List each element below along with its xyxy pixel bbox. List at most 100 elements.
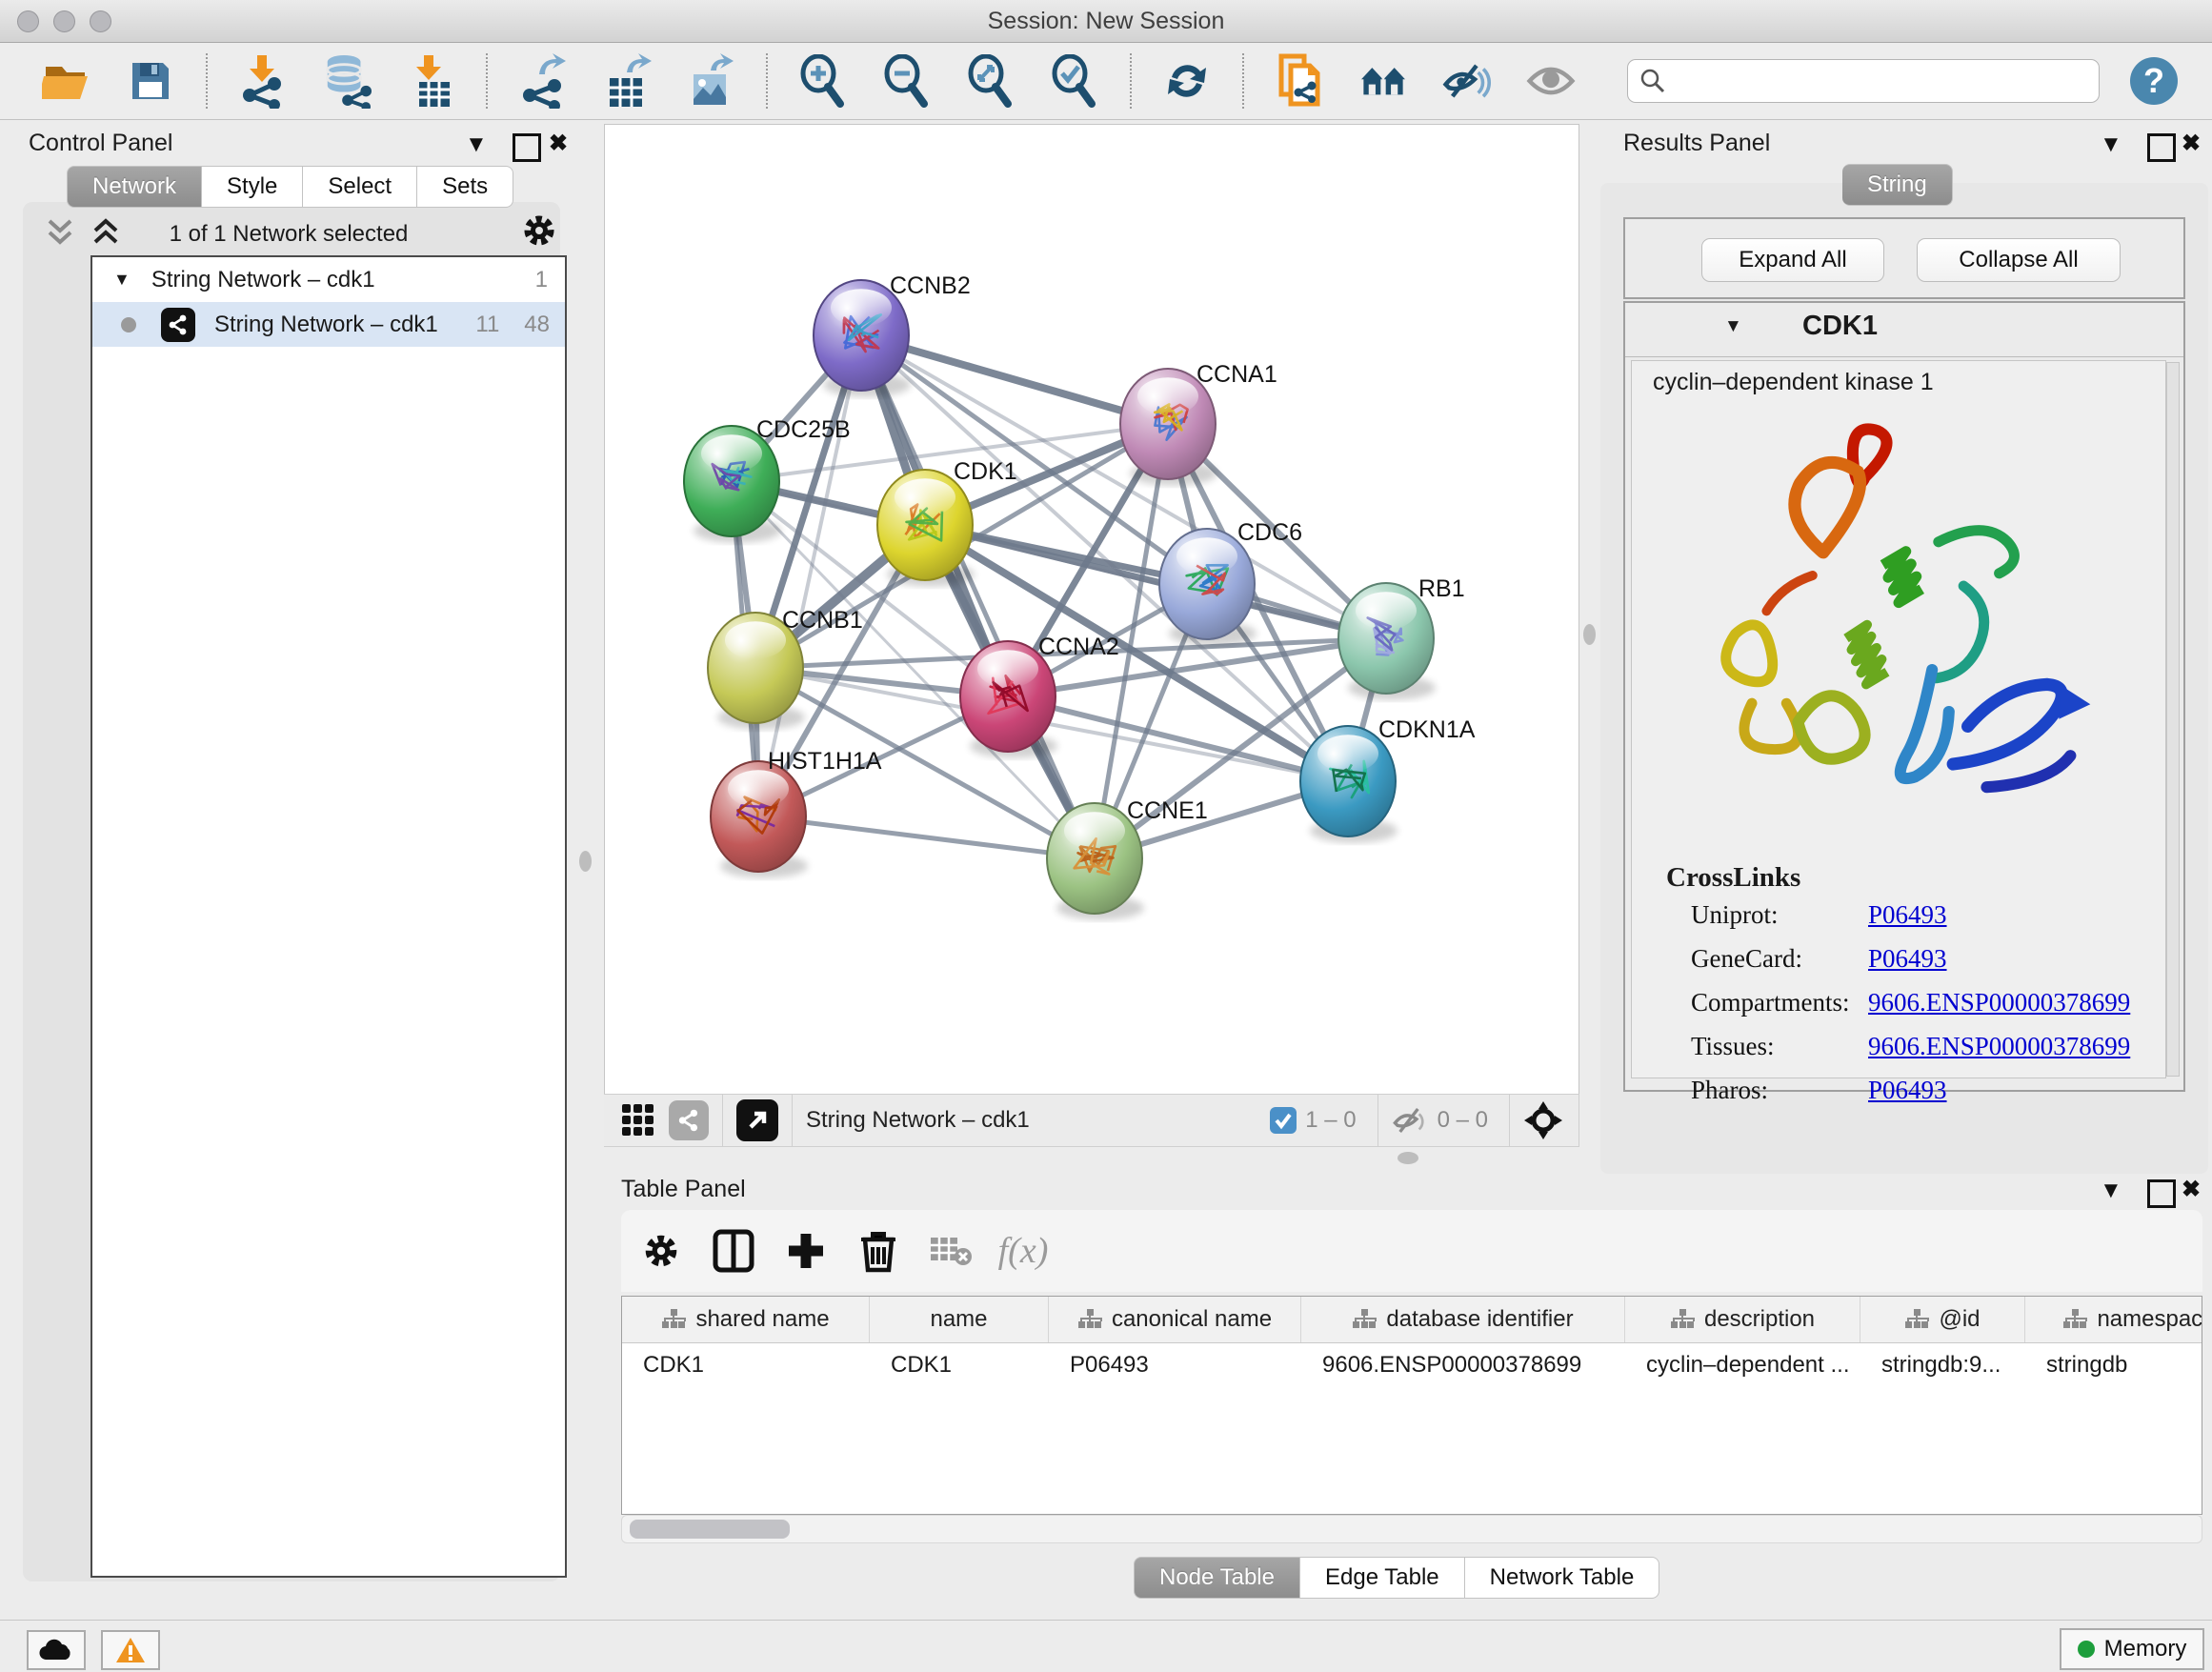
control-panel-float-button[interactable] [513, 133, 541, 162]
network-row-selected[interactable]: String Network – cdk1 11 48 [92, 302, 565, 347]
detach-view-button[interactable] [736, 1099, 778, 1141]
table-cell[interactable]: 9606.ENSP00000378699 [1301, 1343, 1625, 1387]
control-panel-close-button[interactable]: ✖ [549, 130, 568, 157]
network-panel-gear-button[interactable] [520, 212, 558, 250]
save-session-button[interactable] [126, 54, 175, 108]
tab-network[interactable]: Network [67, 166, 202, 208]
column-header-label: canonical name [1112, 1306, 1272, 1333]
tab-network-table[interactable]: Network Table [1465, 1557, 1660, 1599]
export-image-button[interactable] [686, 54, 735, 108]
bottom-splitter-handle[interactable] [1398, 1152, 1418, 1164]
column-header-@id[interactable]: @id [1860, 1297, 2025, 1342]
column-header-label: @id [1939, 1306, 1980, 1333]
import-network-database-button[interactable] [322, 54, 372, 108]
function-builder-button[interactable]: f(x) [996, 1222, 1050, 1279]
tab-string[interactable]: String [1842, 164, 1953, 206]
open-session-button[interactable] [42, 54, 91, 108]
column-header-shared-name[interactable]: shared name [622, 1297, 870, 1342]
warnings-button[interactable] [101, 1630, 160, 1670]
zoom-out-button[interactable] [882, 54, 932, 108]
refresh-view-button[interactable] [1162, 54, 1212, 108]
network-canvas[interactable]: CCNB2CCNA1CDC25BCDK1CDC6RB1CCNB1CCNA2CDK… [604, 124, 1579, 1094]
results-scrollbar[interactable] [2166, 362, 2180, 1077]
expand-all-button[interactable]: Expand All [1701, 238, 1884, 282]
crosslink-link[interactable]: 9606.ENSP00000378699 [1868, 988, 2130, 1017]
birds-eye-view-button[interactable] [621, 1103, 655, 1138]
gene-collapse-icon[interactable]: ▼ [1724, 316, 1742, 337]
node-count: 11 [475, 312, 499, 338]
tab-node-table[interactable]: Node Table [1134, 1557, 1300, 1599]
table-panel-collapse-button[interactable]: ▼ [2100, 1178, 2122, 1204]
collapse-all-button[interactable]: Collapse All [1917, 238, 2121, 282]
network-view-title: String Network – cdk1 [806, 1107, 1030, 1134]
results-panel-close-button[interactable]: ✖ [2182, 130, 2201, 157]
table-panel-close-button[interactable]: ✖ [2182, 1176, 2201, 1203]
network-overview-button[interactable] [669, 1100, 709, 1140]
column-header-namespace[interactable]: namespace [2025, 1297, 2202, 1342]
houses-icon [1358, 58, 1408, 104]
zoom-selected-button[interactable] [1050, 54, 1099, 108]
network-home-button[interactable] [1358, 54, 1408, 108]
column-header-description[interactable]: description [1625, 1297, 1860, 1342]
table-cell[interactable]: P06493 [1049, 1343, 1301, 1387]
column-header-canonical-name[interactable]: canonical name [1049, 1297, 1301, 1342]
gene-header-row[interactable]: ▼ CDK1 [1625, 303, 2183, 357]
search-input[interactable] [1674, 67, 2099, 95]
network-node-HIST1H1A[interactable] [711, 761, 806, 872]
left-splitter-handle[interactable] [579, 851, 592, 872]
table-cell[interactable]: stringdb [2025, 1343, 2202, 1387]
zoom-fit-button[interactable] [966, 54, 1016, 108]
zoom-in-button[interactable] [798, 54, 848, 108]
memory-button[interactable]: Memory [2060, 1628, 2204, 1670]
results-panel-collapse-button[interactable]: ▼ [2100, 131, 2122, 158]
hscrollbar-thumb[interactable] [630, 1520, 790, 1539]
export-network-button[interactable] [518, 54, 568, 108]
results-panel-float-button[interactable] [2147, 133, 2176, 162]
crosslink-label: Compartments: [1691, 988, 1849, 1017]
table-cell[interactable]: stringdb:9... [1860, 1343, 2025, 1387]
crosslink-link[interactable]: P06493 [1868, 900, 1947, 930]
table-row[interactable]: CDK1CDK1P064939606.ENSP00000378699cyclin… [622, 1343, 2202, 1387]
table-gear-button[interactable] [634, 1222, 688, 1279]
tab-sets[interactable]: Sets [417, 166, 513, 208]
select-columns-button[interactable] [707, 1222, 760, 1279]
save-floppy-icon [129, 59, 172, 103]
table-cell[interactable]: CDK1 [870, 1343, 1049, 1387]
delete-table-button[interactable] [924, 1222, 977, 1279]
tree-expander-icon[interactable]: ▼ [113, 270, 131, 290]
crosslink-link[interactable]: P06493 [1868, 944, 1947, 974]
zoom-fit-icon [966, 54, 1016, 108]
right-splitter-handle[interactable] [1583, 624, 1596, 645]
tab-edge-table[interactable]: Edge Table [1300, 1557, 1465, 1599]
network-collection-row[interactable]: ▼ String Network – cdk1 1 [92, 257, 565, 302]
crosslink-link[interactable]: P06493 [1868, 1076, 1947, 1105]
import-network-file-button[interactable] [238, 54, 288, 108]
hidden-eye-slash-icon[interactable] [1392, 1105, 1430, 1136]
import-table-button[interactable] [406, 54, 455, 108]
delete-column-button[interactable] [852, 1222, 905, 1279]
crosslink-label: Tissues: [1691, 1032, 1775, 1061]
clone-network-button[interactable] [1275, 54, 1324, 108]
tab-select[interactable]: Select [303, 166, 417, 208]
add-column-button[interactable] [779, 1222, 833, 1279]
cloud-status-button[interactable] [27, 1630, 86, 1670]
selected-checkbox-icon[interactable] [1269, 1106, 1297, 1135]
table-cell[interactable]: cyclin–dependent ... [1625, 1343, 1860, 1387]
table-hscrollbar[interactable] [621, 1515, 2202, 1543]
selected-node-edge-count: 1 – 0 [1305, 1107, 1356, 1134]
show-hidden-button[interactable] [1526, 54, 1576, 108]
control-panel-collapse-button[interactable]: ▼ [465, 131, 488, 158]
table-panel-float-button[interactable] [2147, 1179, 2176, 1208]
crosshair-icon[interactable] [1523, 1100, 1563, 1140]
column-header-database-identifier[interactable]: database identifier [1301, 1297, 1625, 1342]
export-table-button[interactable] [602, 54, 652, 108]
table-cell[interactable]: CDK1 [622, 1343, 870, 1387]
help-button[interactable]: ? [2130, 57, 2178, 105]
table-panel-title: Table Panel [621, 1176, 746, 1203]
column-header-name[interactable]: name [870, 1297, 1049, 1342]
network-node-CDK1[interactable] [877, 470, 973, 580]
tab-style[interactable]: Style [202, 166, 303, 208]
hidden-node-edge-count: 0 – 0 [1438, 1107, 1488, 1134]
hide-selected-button[interactable] [1442, 54, 1492, 108]
crosslink-link[interactable]: 9606.ENSP00000378699 [1868, 1032, 2130, 1061]
